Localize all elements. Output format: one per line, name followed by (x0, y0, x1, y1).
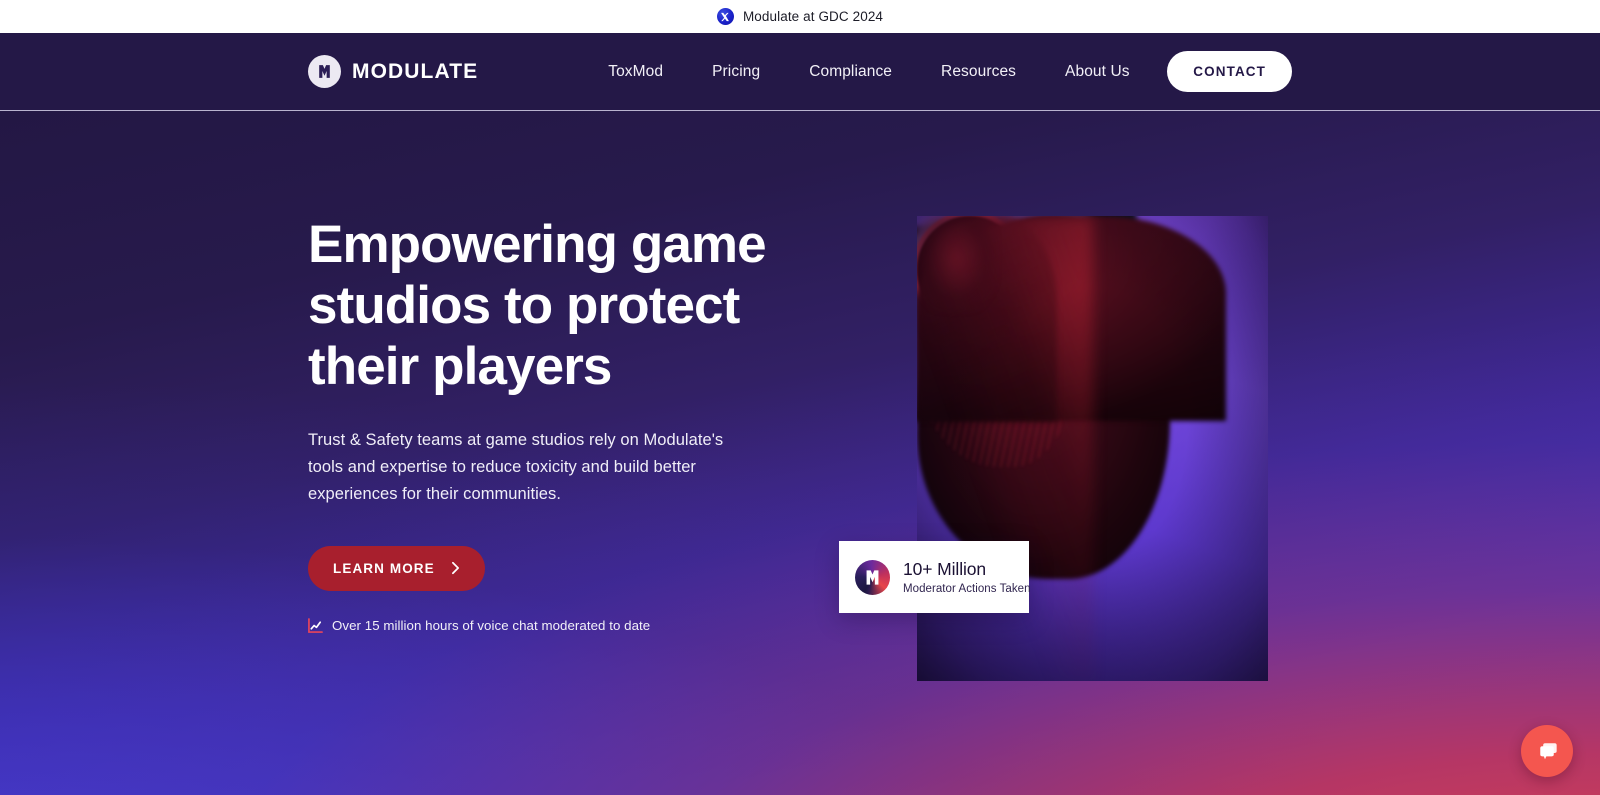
announcement-bar[interactable]: Modulate at GDC 2024 (0, 0, 1600, 33)
nav-item-toxmod[interactable]: ToxMod (608, 63, 663, 81)
stat-card: 10+ Million Moderator Actions Taken (839, 541, 1031, 613)
nav-item-pricing[interactable]: Pricing (712, 63, 760, 81)
hero-stat-text: Over 15 million hours of voice chat mode… (332, 617, 651, 633)
trend-chart-icon (308, 617, 323, 633)
hero-stat: Over 15 million hours of voice chat mode… (308, 618, 828, 633)
learn-more-button[interactable]: LEARN MORE (308, 545, 485, 591)
site-header: MODULATE ToxMod Pricing Compliance Resou… (0, 33, 1600, 111)
hero-media: 10+ Million Moderator Actions Taken (839, 216, 1268, 681)
hero-section: Empowering game studios to protect their… (0, 111, 1600, 795)
stat-card-value: 10+ Million (903, 559, 987, 579)
stat-card-label: Moderator Actions Taken (903, 583, 1031, 595)
chat-widget-button[interactable] (1521, 725, 1573, 777)
contact-button[interactable]: CONTACT (1167, 51, 1292, 92)
hero-inner: Empowering game studios to protect their… (0, 111, 1600, 795)
nav-item-compliance[interactable]: Compliance (809, 63, 892, 81)
main-navigation: ToxMod Pricing Compliance Resources Abou… (608, 63, 1129, 81)
learn-more-label: LEARN MORE (333, 560, 435, 576)
nav-item-resources[interactable]: Resources (941, 63, 1016, 81)
stat-card-body: 10+ Million Moderator Actions Taken (903, 559, 1031, 595)
modulate-m-logo-icon (855, 559, 890, 595)
x-twitter-icon (716, 8, 734, 25)
announcement-text: Modulate at GDC 2024 (742, 9, 884, 24)
chat-bubbles-icon (1534, 738, 1561, 765)
header-inner: MODULATE ToxMod Pricing Compliance Resou… (0, 33, 1600, 110)
hero-subtitle: Trust & Safety teams at game studios rel… (308, 430, 724, 504)
chevron-right-icon (451, 561, 460, 575)
nav-item-about-us[interactable]: About Us (1065, 63, 1130, 81)
hero-copy: Empowering game studios to protect their… (308, 111, 828, 795)
logo-text: MODULATE (352, 59, 479, 83)
logo-link[interactable]: MODULATE (308, 55, 478, 88)
hero-title: Empowering game studios to protect their… (308, 215, 767, 397)
modulate-m-logo-icon (308, 55, 341, 88)
